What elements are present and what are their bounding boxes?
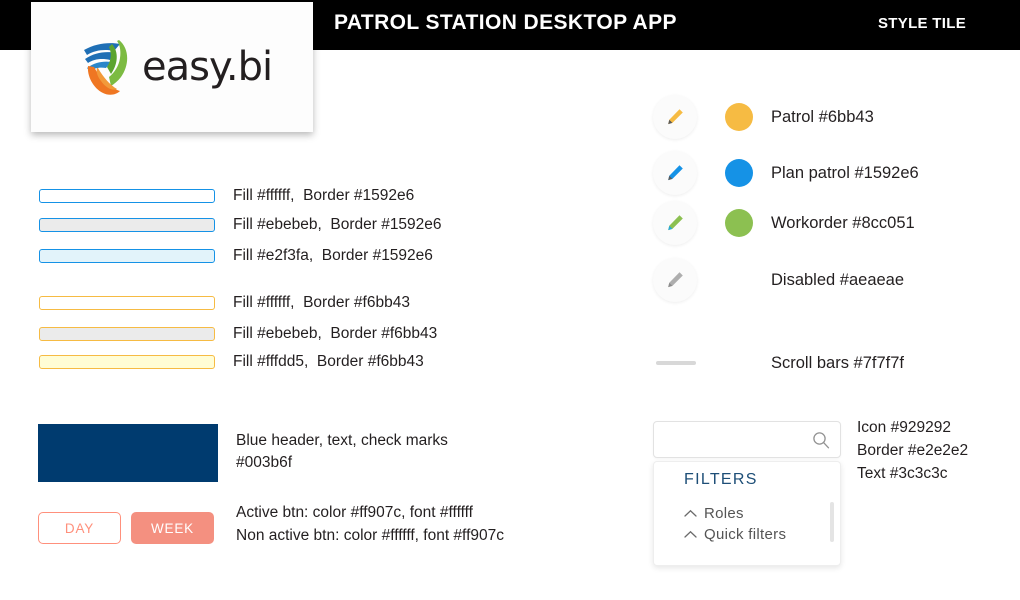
swatch-bar <box>39 189 215 203</box>
swatch-label: Fill #ebebeb, Border #f6bb43 <box>233 325 438 342</box>
swatch-label: Fill #fffdd5, Border #f6bb43 <box>233 353 424 370</box>
swatch-row: Fill #ffffff, Border #f6bb43 <box>39 294 410 312</box>
filter-item-label: Quick filters <box>704 526 787 543</box>
field-notes: Icon #929292 Border #e2e2e2 Text #3c3c3c <box>857 416 968 485</box>
page-subtitle: STYLE TILE <box>878 15 967 32</box>
color-dot <box>725 209 753 237</box>
panel-scrollbar[interactable] <box>830 502 834 542</box>
edit-button-disabled <box>653 258 697 302</box>
swatch-row: Fill #fffdd5, Border #f6bb43 <box>39 353 424 371</box>
pencil-icon <box>668 109 683 125</box>
field-note-border: Border #e2e2e2 <box>857 442 969 459</box>
status-label: Patrol #6bb43 <box>771 107 874 126</box>
status-label: Disabled #aeaeae <box>771 270 905 289</box>
status-row-workorder: Workorder #8cc051 <box>653 201 915 245</box>
chevron-up-icon <box>684 509 697 517</box>
week-button[interactable]: WEEK <box>131 512 214 544</box>
color-dot-placeholder <box>725 349 753 377</box>
page-title: PATROL STATION DESKTOP APP <box>334 11 677 34</box>
filter-item-roles[interactable]: Roles <box>684 503 786 524</box>
search-box[interactable] <box>653 421 841 459</box>
swatch-row: Fill #ffffff, Border #1592e6 <box>39 187 414 205</box>
blue-header-note: Blue header, text, check marks #003b6f <box>236 430 448 474</box>
status-row-patrol: Patrol #6bb43 <box>653 95 874 139</box>
status-row-disabled: Disabled #aeaeae <box>653 258 904 302</box>
swatch-label: Fill #ffffff, Border #f6bb43 <box>233 294 410 311</box>
swatch-bar <box>39 296 215 310</box>
color-dot-placeholder <box>725 266 753 294</box>
logo-card: easy.bi <box>31 2 313 132</box>
filters-panel: FILTERS Roles Quick filters <box>653 461 841 566</box>
button-note-line2: Non active btn: color #ffffff, font #ff9… <box>236 527 504 544</box>
filter-item-quick-filters[interactable]: Quick filters <box>684 524 786 545</box>
swatch-label: Fill #ffffff, Border #1592e6 <box>233 187 415 204</box>
filters-list: Roles Quick filters <box>684 503 786 545</box>
swatch-bar <box>39 249 215 263</box>
swatch-bar <box>39 355 215 369</box>
status-row-plan-patrol: Plan patrol #1592e6 <box>653 151 919 195</box>
color-dot <box>725 159 753 187</box>
logo-wordmark: easy.bi <box>142 44 273 90</box>
button-group: DAY WEEK <box>38 512 214 544</box>
blue-header-note-line1: Blue header, text, check marks <box>236 432 448 449</box>
blue-header-swatch <box>38 424 218 482</box>
pencil-icon <box>668 272 683 288</box>
field-note-text: Text #3c3c3c <box>857 465 948 482</box>
button-note: Active btn: color #ff907c, font #ffffff … <box>236 501 504 547</box>
status-label: Workorder #8cc051 <box>771 213 915 232</box>
status-row-scrollbars: Scroll bars #7f7f7f <box>653 341 904 385</box>
swatch-row: Fill #e2f3fa, Border #1592e6 <box>39 247 433 265</box>
scrollbar-sample-slot <box>653 341 697 385</box>
edit-button-workorder[interactable] <box>653 201 697 245</box>
easybi-logo-icon <box>84 40 128 95</box>
status-label: Plan patrol #1592e6 <box>771 163 919 182</box>
day-button[interactable]: DAY <box>38 512 121 544</box>
swatch-label: Fill #e2f3fa, Border #1592e6 <box>233 247 433 264</box>
field-note-icon: Icon #929292 <box>857 419 951 436</box>
filters-title: FILTERS <box>684 471 758 488</box>
search-input[interactable] <box>664 422 808 459</box>
button-note-line1: Active btn: color #ff907c, font #ffffff <box>236 504 473 521</box>
color-dot <box>725 103 753 131</box>
status-label: Scroll bars #7f7f7f <box>771 353 904 372</box>
edit-button-patrol[interactable] <box>653 95 697 139</box>
logo: easy.bi <box>76 32 276 102</box>
blue-header-note-line2: #003b6f <box>236 454 293 471</box>
scrollbar-sample[interactable] <box>656 361 696 365</box>
swatch-row: Fill #ebebeb, Border #1592e6 <box>39 216 442 234</box>
pencil-icon <box>668 215 683 231</box>
chevron-up-icon <box>684 530 697 538</box>
search-icon[interactable] <box>811 430 831 450</box>
swatch-label: Fill #ebebeb, Border #1592e6 <box>233 216 442 233</box>
swatch-bar <box>39 218 215 232</box>
edit-button-plan-patrol[interactable] <box>653 151 697 195</box>
swatch-row: Fill #ebebeb, Border #f6bb43 <box>39 325 437 343</box>
filter-item-label: Roles <box>704 505 744 522</box>
swatch-bar <box>39 327 215 341</box>
pencil-icon <box>668 165 683 181</box>
